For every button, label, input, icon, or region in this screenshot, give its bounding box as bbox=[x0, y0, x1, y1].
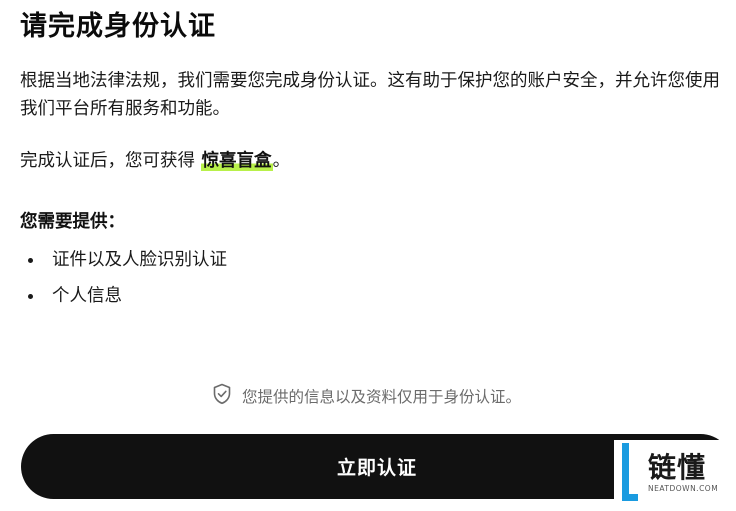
reward-highlight: 惊喜盲盒 bbox=[200, 151, 273, 171]
reward-text: 完成认证后，您可获得 惊喜盲盒。 bbox=[20, 147, 290, 175]
watermark-main-text: 链懂 bbox=[648, 450, 707, 484]
list-item: 证件以及人脸识别认证 bbox=[28, 246, 227, 274]
list-item-label: 证件以及人脸识别认证 bbox=[52, 250, 227, 270]
privacy-note-text: 您提供的信息以及资料仅用于身份认证。 bbox=[242, 388, 522, 406]
reward-prefix: 完成认证后，您可获得 bbox=[20, 151, 201, 171]
list-item-label: 个人信息 bbox=[52, 286, 122, 306]
requirements-heading: 您需要提供： bbox=[20, 212, 125, 232]
bullet-icon bbox=[28, 258, 33, 263]
intro-text: 根据当地法律法规，我们需要您完成身份认证。这有助于保护您的账户安全，并允许您使用… bbox=[20, 71, 720, 119]
bullet-icon bbox=[28, 294, 33, 299]
privacy-note: 您提供的信息以及资料仅用于身份认证。 bbox=[212, 383, 521, 409]
requirements-list: 证件以及人脸识别认证 个人信息 bbox=[28, 246, 227, 318]
list-item: 个人信息 bbox=[28, 282, 227, 310]
page-title: 请完成身份认证 bbox=[20, 11, 216, 42]
watermark-sub-text: NEATDOWN.COM bbox=[648, 483, 719, 493]
watermark-logo: 链懂 NEATDOWN.COM bbox=[614, 440, 734, 504]
shield-check-icon bbox=[212, 383, 232, 409]
reward-suffix: 。 bbox=[272, 151, 291, 171]
watermark-l-icon bbox=[622, 443, 638, 501]
